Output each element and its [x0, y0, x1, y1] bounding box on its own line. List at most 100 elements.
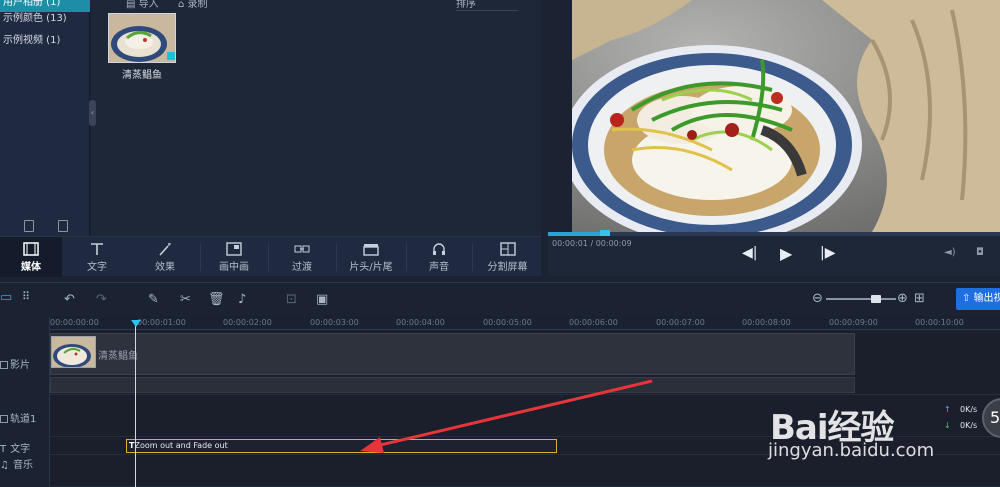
timeline-view-icon[interactable]: ▭ — [0, 290, 12, 305]
upload-arrow-icon: ↑ — [944, 405, 951, 414]
tab-split-screen[interactable]: 分割屏幕 — [474, 237, 541, 277]
tool-tabbar: 媒体 文字 效果 画中画 过渡 片头/片尾 声音 分割屏幕 — [0, 236, 541, 277]
magic-wand-icon — [159, 243, 171, 256]
storyboard-view-icon[interactable]: ⠿ — [22, 290, 30, 303]
track-label-overlay[interactable]: 轨道1 — [0, 410, 36, 425]
net-speed-widget: ↑ 0K/s ↓ 0K/s — [940, 400, 980, 436]
prev-frame-icon[interactable]: ◀| — [742, 245, 757, 261]
track-name: 文字 — [10, 444, 31, 455]
volume-icon[interactable]: ◄) — [944, 247, 956, 258]
snapshot-icon[interactable]: ◘ — [976, 247, 984, 258]
tab-label: 文字 — [87, 262, 107, 273]
split-screen-icon — [499, 242, 516, 256]
video-preview — [572, 0, 1000, 232]
cut-icon[interactable]: ✂ — [180, 292, 191, 307]
headphones-icon — [433, 243, 445, 255]
record-label: 录制 — [187, 0, 208, 10]
transition-icon — [294, 245, 310, 253]
tab-sound[interactable]: 声音 — [408, 237, 470, 277]
video-track-icon — [0, 361, 8, 369]
library-panel: 用户相册 (1) 示例颜色 (13) 示例视频 (1) — [0, 0, 90, 236]
sort-select[interactable]: 排序 — [456, 0, 518, 11]
import-button[interactable]: ▤ 导入 — [126, 0, 159, 10]
edit-icon[interactable]: ✎ — [148, 292, 159, 307]
text-clip-label: Zoom out and Fade out — [134, 441, 228, 450]
folder-sample-videos[interactable]: 示例视频 (1) — [0, 32, 90, 50]
track-name: 轨道1 — [10, 414, 37, 425]
folder-label: 用户相册 (1) — [3, 0, 61, 8]
ruler-tick: 00:00:03:00 — [310, 318, 359, 327]
ruler-tick: 00:00:02:00 — [223, 318, 272, 327]
playhead-line[interactable] — [135, 324, 136, 487]
track-label-music[interactable]: ♫ 音乐 — [0, 456, 33, 471]
preview-frame — [572, 0, 1000, 232]
ruler-tick: 00:00:00:00 — [50, 318, 99, 327]
fit-timeline-icon[interactable]: ⊞ — [914, 291, 925, 306]
tab-label: 分割屏幕 — [487, 262, 528, 273]
tab-label: 过渡 — [292, 262, 312, 273]
folder-sample-colors[interactable]: 示例颜色 (13) — [0, 10, 90, 28]
folder-label: 示例颜色 (13) — [3, 13, 67, 24]
tab-divider — [472, 243, 473, 271]
library-actions — [0, 216, 90, 236]
tab-title-credits[interactable]: 片头/片尾 — [338, 237, 404, 277]
overlay-track-icon — [0, 415, 8, 423]
ruler-tick: 00:00:04:00 — [396, 318, 445, 327]
music-track-icon: ♫ — [0, 460, 9, 471]
ruler-tick: 00:00:05:00 — [483, 318, 532, 327]
download-speed: 0K/s — [960, 421, 978, 430]
mic-icon[interactable]: ♪ — [238, 292, 246, 307]
tab-label: 效果 — [155, 262, 175, 273]
ruler-tick: 00:00:01:00 — [137, 318, 186, 327]
redo-icon[interactable]: ↷ — [96, 292, 107, 307]
text-icon — [91, 243, 103, 255]
clapper-icon — [363, 244, 379, 256]
record-button[interactable]: ⌂ 录制 — [178, 0, 208, 10]
zoom-slider-track[interactable] — [826, 298, 896, 300]
ruler-tick: 00:00:06:00 — [569, 318, 618, 327]
watermark-url: jingyan.baidu.com — [768, 440, 935, 461]
pip-icon — [226, 242, 242, 256]
tab-pip[interactable]: 画中画 — [202, 237, 266, 277]
tab-label: 画中画 — [219, 262, 249, 273]
tab-text[interactable]: 文字 — [66, 237, 128, 277]
tab-divider — [336, 243, 337, 271]
tab-divider — [406, 243, 407, 271]
video-clip[interactable] — [50, 333, 855, 375]
zoom-out-icon[interactable]: ⊖ — [812, 291, 823, 306]
play-icon[interactable]: ▶ — [780, 244, 792, 263]
collapse-panel-handle[interactable]: ‹ — [89, 100, 96, 126]
tab-label: 片头/片尾 — [349, 262, 393, 273]
playhead-handle[interactable] — [131, 320, 141, 327]
zoom-in-icon[interactable]: ⊕ — [897, 291, 908, 306]
add-folder-icon[interactable] — [24, 220, 34, 232]
timeline-ruler[interactable]: 00:00:00:00 00:00:01:00 00:00:02:00 00:0… — [50, 316, 1000, 330]
ruler-tick: 00:00:10:00 — [915, 318, 964, 327]
fish-dish-image — [109, 14, 175, 62]
zoom-slider-knob[interactable] — [871, 295, 881, 303]
time-readout: 00:00:01 / 00:00:09 — [552, 239, 632, 248]
next-frame-icon[interactable]: |▶ — [820, 245, 835, 261]
undo-icon[interactable]: ↶ — [64, 292, 75, 307]
ruler-tick: 00:00:08:00 — [742, 318, 791, 327]
media-icon — [23, 242, 39, 256]
upload-speed: 0K/s — [960, 405, 978, 414]
remove-folder-icon[interactable] — [58, 220, 68, 232]
tab-media[interactable]: 媒体 — [0, 237, 62, 277]
tab-divider — [268, 243, 269, 271]
track-label-video[interactable]: 影片 — [0, 356, 30, 371]
delete-icon[interactable]: 🗑 — [208, 292, 225, 307]
tab-effects[interactable]: 效果 — [134, 237, 196, 277]
zoom-fit-icon[interactable]: ▣ — [316, 292, 328, 307]
media-thumbnail[interactable] — [108, 13, 176, 63]
sort-label: 排序 — [456, 0, 476, 10]
track-name: 影片 — [10, 360, 30, 371]
annotation-arrow — [360, 379, 653, 453]
crop-icon[interactable]: ⊡ — [286, 292, 297, 307]
track-name: 音乐 — [12, 460, 33, 471]
tab-transition[interactable]: 过渡 — [270, 237, 334, 277]
export-button[interactable]: ⇧ 输出视频 — [956, 288, 1000, 310]
video-clip-thumbnail — [51, 336, 96, 368]
ruler-tick: 00:00:09:00 — [829, 318, 878, 327]
track-label-text[interactable]: T 文字 — [0, 440, 30, 455]
